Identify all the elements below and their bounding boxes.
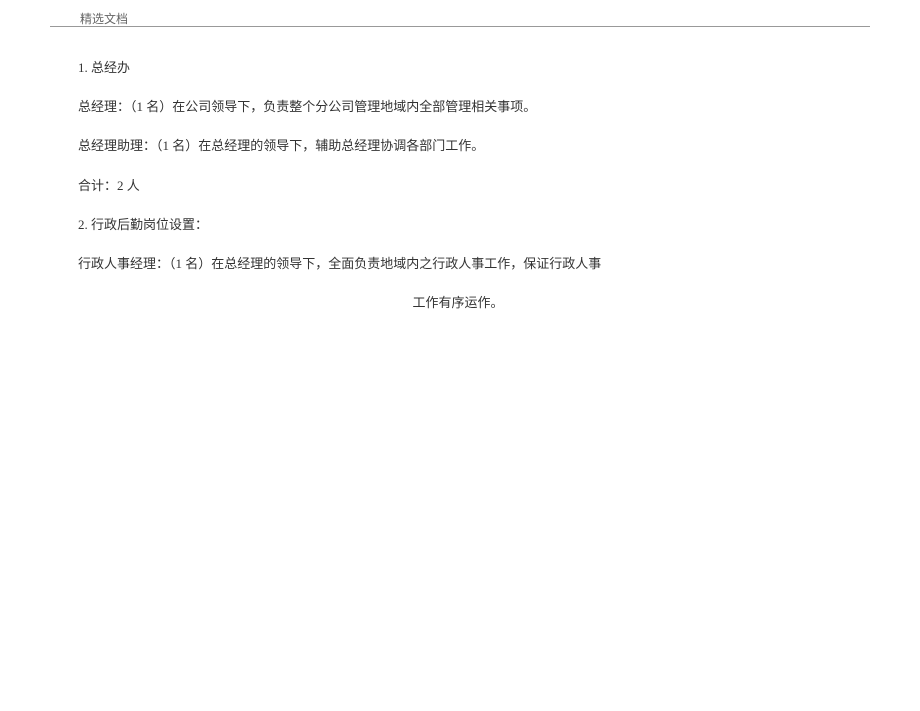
section-1-title: 1. 总经办 <box>78 52 778 83</box>
hr-manager-line: 行政人事经理：（1 名）在总经理的领导下，全面负责地域内之行政人事工作，保证行政… <box>78 248 778 279</box>
hr-manager-continuation: 工作有序运作。 <box>138 287 778 318</box>
gm-assistant-line: 总经理助理：（1 名）在总经理的领导下，辅助总经理协调各部门工作。 <box>78 130 778 161</box>
section-1-total: 合计：2 人 <box>78 170 778 201</box>
header-title: 精选文档 <box>80 12 128 26</box>
header-divider <box>50 26 870 27</box>
page-header: 精选文档 <box>80 10 128 27</box>
section-2-title: 2. 行政后勤岗位设置： <box>78 209 778 240</box>
general-manager-line: 总经理：（1 名）在公司领导下，负责整个分公司管理地域内全部管理相关事项。 <box>78 91 778 122</box>
document-content: 1. 总经办 总经理：（1 名）在公司领导下，负责整个分公司管理地域内全部管理相… <box>78 52 778 326</box>
